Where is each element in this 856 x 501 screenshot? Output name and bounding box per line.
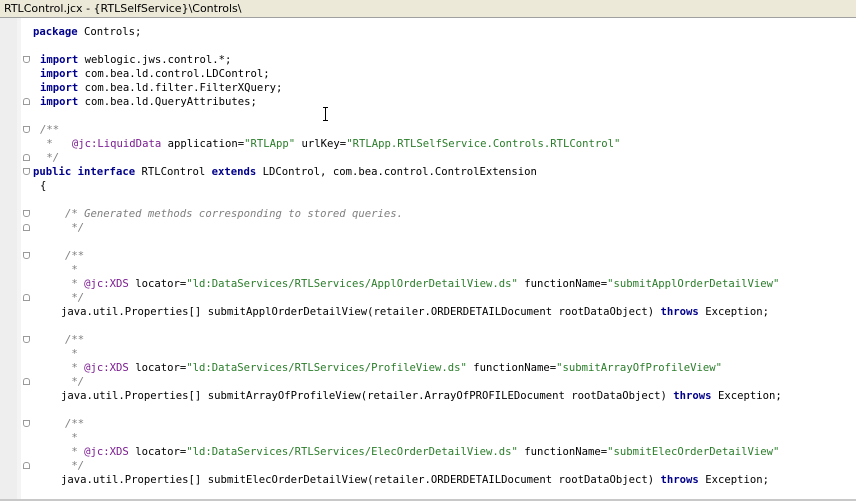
title-separator: - (82, 2, 94, 15)
code-line-doc-open: /** (40, 124, 60, 136)
code-line-doc-close: */ (65, 376, 85, 388)
code-line-doc-close: */ (65, 292, 85, 304)
code-editor[interactable]: package Controls; import weblogic.jws.co… (0, 18, 856, 501)
code-line-package: package Controls; (33, 26, 142, 38)
code-line-liquiddata: * @jc:LiquidData application="RTLApp" ur… (40, 138, 621, 150)
code-line-xds-annotation: * @jc:XDS locator="ld:DataServices/RTLSe… (65, 446, 780, 458)
code-line-import: import weblogic.jws.control.*; (40, 54, 232, 66)
file-name: RTLControl.jcx (4, 2, 83, 15)
code-line-doc-close: */ (65, 460, 85, 472)
code-line-xds-annotation: * @jc:XDS locator="ld:DataServices/RTLSe… (65, 362, 722, 374)
code-line-generated-comment-end: */ (65, 222, 85, 234)
code-line-xds-annotation: * @jc:XDS locator="ld:DataServices/RTLSe… (65, 278, 780, 290)
code-line-doc-star: * (65, 348, 78, 360)
code-line-method-signature: java.util.Properties[] submitArrayOfProf… (61, 390, 782, 402)
code-line-open-brace: { (40, 180, 47, 192)
code-line-doc-open: /** (65, 418, 85, 430)
code-line-import: import com.bea.ld.filter.FilterXQuery; (40, 82, 283, 94)
code-line-method-signature: java.util.Properties[] submitApplOrderDe… (61, 306, 769, 318)
code-line-interface: public interface RTLControl extends LDCo… (33, 166, 537, 178)
code-line-generated-comment: /* Generated methods corresponding to st… (65, 208, 404, 220)
code-line-doc-star: * (65, 432, 78, 444)
code-line-doc-close: */ (40, 152, 60, 164)
text-cursor-icon (323, 107, 328, 121)
code-line-import: import com.bea.ld.control.LDControl; (40, 68, 270, 80)
code-line-doc-star: * (65, 264, 78, 276)
code-text-area[interactable]: package Controls; import weblogic.jws.co… (20, 20, 856, 501)
editor-tab-title[interactable]: RTLControl.jcx - {RTLSelfService}\Contro… (0, 0, 856, 18)
code-line-method-signature: java.util.Properties[] submitElecOrderDe… (61, 474, 769, 486)
code-line-doc-open: /** (65, 334, 85, 346)
code-line-doc-open: /** (65, 250, 85, 262)
project-path: {RTLSelfService}\Controls\ (93, 2, 242, 15)
line-gutter (0, 18, 18, 501)
code-line-import: import com.bea.ld.QueryAttributes; (40, 96, 257, 108)
